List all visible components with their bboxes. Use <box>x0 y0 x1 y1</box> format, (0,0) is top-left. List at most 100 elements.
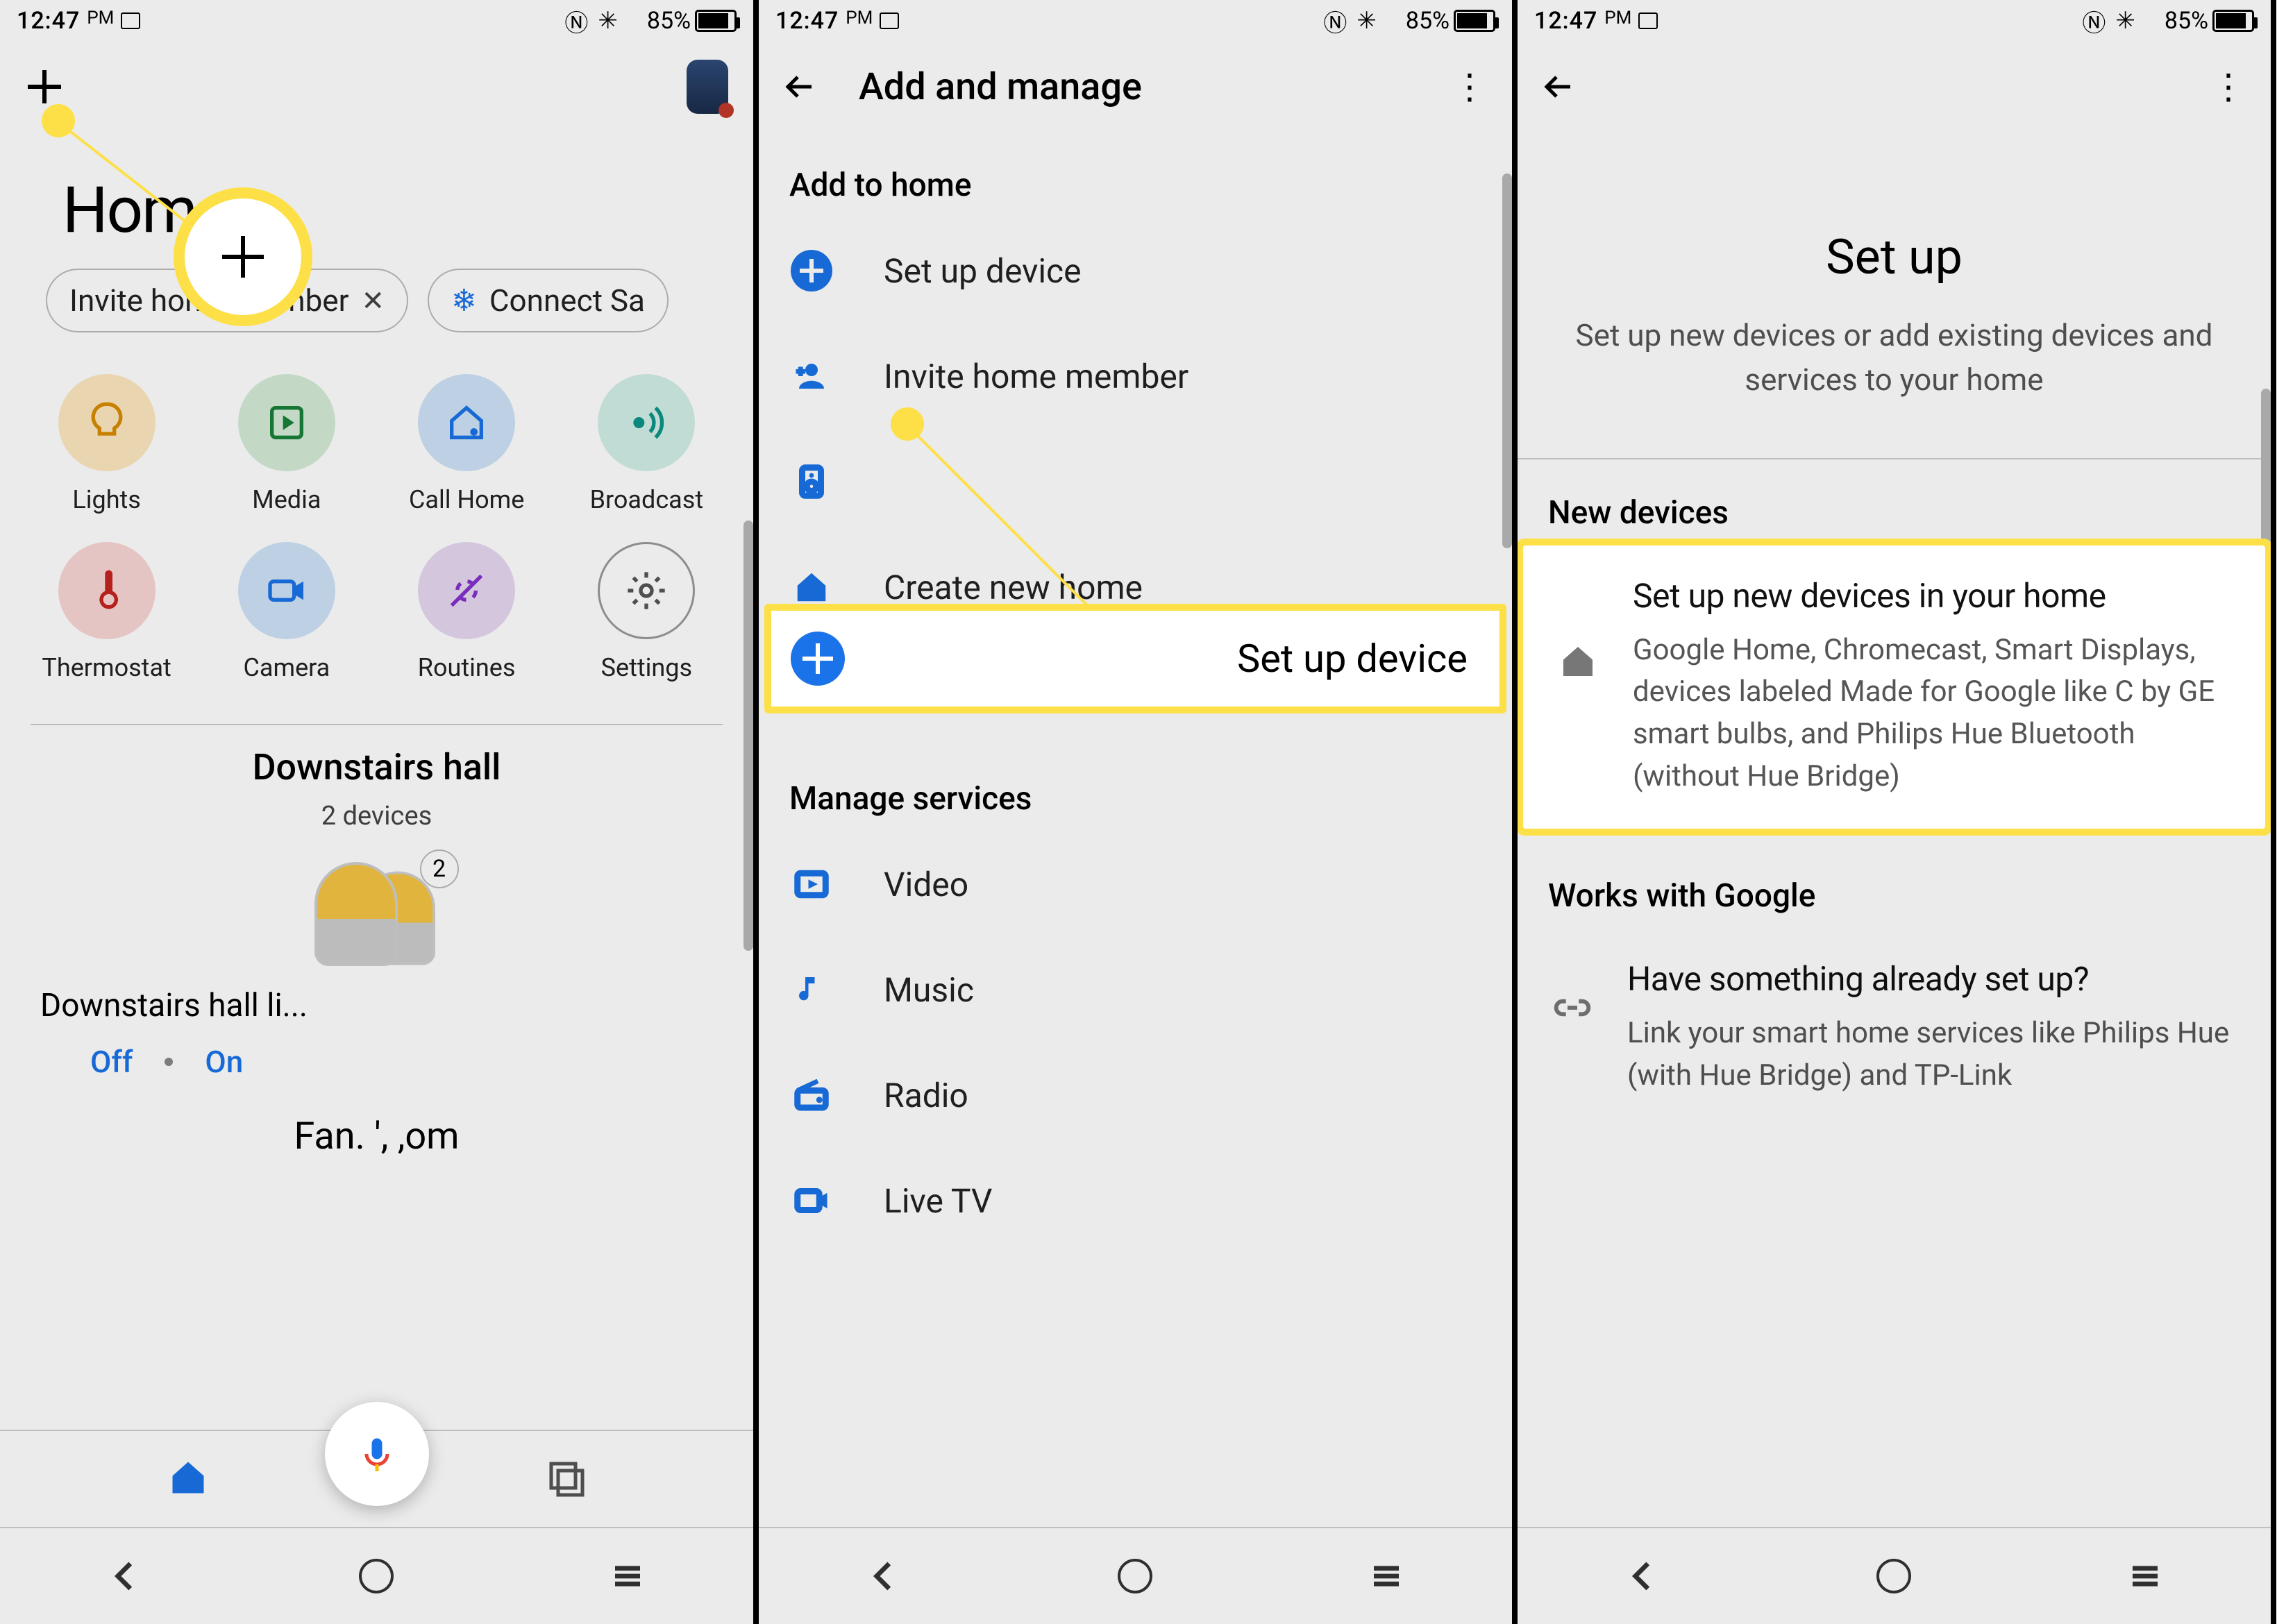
broadcast-icon <box>624 400 669 445</box>
tile-call-home[interactable]: Call Home <box>380 374 554 514</box>
nav-home[interactable] <box>1114 1555 1156 1597</box>
room-name: Downstairs hall <box>0 746 753 788</box>
tile-routines[interactable]: Routines <box>380 542 554 682</box>
android-nav-bar <box>1518 1527 2271 1624</box>
status-bar: 12:47 PM Ⓝ ✳ 85% <box>759 0 1512 42</box>
overflow-menu[interactable]: ⋮ <box>2211 67 2246 108</box>
tile-label: Camera <box>243 653 330 682</box>
nav-recents[interactable] <box>607 1555 648 1597</box>
chip-label: Connect Sa <box>489 282 645 319</box>
chip-connect[interactable]: ❄ Connect Sa <box>428 269 669 332</box>
row-video[interactable]: Video <box>759 831 1512 937</box>
device-bulbs[interactable]: 2 <box>308 862 446 966</box>
tile-media[interactable]: Media <box>199 374 373 514</box>
tile-lights[interactable]: Lights <box>19 374 194 514</box>
overflow-menu[interactable]: ⋮ <box>1452 67 1487 108</box>
nav-back[interactable] <box>1622 1555 1664 1597</box>
battery-percent: 85% <box>647 7 691 35</box>
row-set-up-device[interactable]: Set up device <box>759 218 1512 323</box>
notification-icon <box>1638 12 1658 29</box>
row-radio[interactable]: Radio <box>759 1042 1512 1148</box>
add-manage-topbar: Add and manage ⋮ <box>759 42 1512 132</box>
row-speaker-group[interactable] <box>759 429 1512 534</box>
row-label: Invite home member <box>884 357 1188 396</box>
scrollbar[interactable] <box>743 521 753 951</box>
setup-title: Set up <box>1518 229 2271 286</box>
card-title: Set up new devices in your home <box>1633 576 2235 616</box>
tile-label: Call Home <box>409 485 524 514</box>
status-time: 12:47 <box>1534 7 1597 35</box>
device-group-label: Downstairs hall li... <box>40 987 753 1024</box>
back-button[interactable] <box>1543 70 1576 103</box>
row-music[interactable]: Music <box>759 937 1512 1042</box>
routines-icon <box>444 568 489 613</box>
tile-label: Thermostat <box>42 653 171 682</box>
live-tv-icon <box>789 1178 834 1223</box>
nfc-icon: Ⓝ <box>1323 4 1347 38</box>
home-title: Home <box>62 174 753 248</box>
add-button[interactable] <box>25 67 64 106</box>
section-works-with-google: Works with Google <box>1518 829 2271 929</box>
card-setup-new-devices[interactable]: Set up new devices in your home Google H… <box>1523 545 2265 829</box>
nav-recents[interactable] <box>2124 1555 2166 1597</box>
close-icon[interactable]: ✕ <box>362 285 385 317</box>
lightbulb-icon <box>85 400 129 445</box>
tile-label: Media <box>252 485 321 514</box>
notification-icon <box>121 12 140 29</box>
row-invite-member[interactable]: Invite home member <box>759 323 1512 429</box>
nav-home[interactable] <box>1873 1555 1915 1597</box>
nfc-icon: Ⓝ <box>564 4 588 38</box>
music-icon <box>789 967 834 1012</box>
nav-back[interactable] <box>105 1555 146 1597</box>
page-title: Add and manage <box>859 65 1142 109</box>
battery-indicator: 85% <box>647 7 737 35</box>
battery-indicator: 85% <box>2165 7 2254 35</box>
card-title: Have something already set up? <box>1627 959 2240 999</box>
status-bar: 12:47 PM Ⓝ ✳ 85% <box>0 0 753 42</box>
row-live-tv[interactable]: Live TV <box>759 1148 1512 1253</box>
on-button[interactable]: On <box>205 1044 243 1080</box>
card-link-existing[interactable]: Have something already set up? Link your… <box>1518 929 2271 1128</box>
room-two-name: Fan. ', ,om <box>0 1115 753 1158</box>
tab-home[interactable] <box>167 1457 209 1501</box>
callout-label: Set up device <box>1237 636 1468 682</box>
plus-circle-icon <box>791 250 832 291</box>
annotation-dot <box>42 104 75 137</box>
tile-thermostat[interactable]: Thermostat <box>19 542 194 682</box>
battery-percent: 85% <box>2165 7 2208 35</box>
thermostat-icon <box>85 568 129 613</box>
play-icon <box>264 400 309 445</box>
notification-icon <box>880 12 899 29</box>
tile-camera[interactable]: Camera <box>199 542 373 682</box>
annotation-setup-device-callout: Set up device <box>764 604 1506 713</box>
row-label: Music <box>884 970 974 1010</box>
tile-label: Routines <box>418 653 516 682</box>
bluetooth-icon: ✳ <box>2115 7 2135 35</box>
annotation-new-devices-callout: Set up new devices in your home Google H… <box>1523 545 2265 829</box>
tile-settings[interactable]: Settings <box>560 542 734 682</box>
section-new-devices: New devices <box>1518 459 2271 545</box>
suggestion-chips: Invite home member ✕ ❄ Connect Sa <box>0 269 753 332</box>
bluetooth-icon: ✳ <box>598 7 618 35</box>
status-meridiem: PM <box>87 8 114 28</box>
tile-label: Broadcast <box>590 485 703 514</box>
device-avatar[interactable] <box>687 60 728 114</box>
setup-description: Set up new devices or add existing devic… <box>1518 286 2271 458</box>
plus-icon <box>218 232 268 282</box>
snowflake-icon: ❄ <box>451 282 477 319</box>
tile-broadcast[interactable]: Broadcast <box>560 374 734 514</box>
home-phone-icon <box>444 400 489 445</box>
tile-label: Lights <box>72 485 141 514</box>
back-arrow-icon <box>1543 70 1576 103</box>
card-description: Link your smart home services like Phili… <box>1627 1013 2240 1097</box>
nav-back[interactable] <box>864 1555 905 1597</box>
back-button[interactable] <box>784 70 817 103</box>
scrollbar[interactable] <box>1502 174 1512 548</box>
nav-home[interactable] <box>355 1555 397 1597</box>
mic-icon <box>356 1433 398 1475</box>
nav-recents[interactable] <box>1366 1555 1407 1597</box>
android-nav-bar <box>759 1527 1512 1624</box>
tab-feed[interactable] <box>544 1457 586 1501</box>
off-button[interactable]: Off <box>90 1044 133 1080</box>
voice-fab[interactable] <box>325 1402 429 1506</box>
